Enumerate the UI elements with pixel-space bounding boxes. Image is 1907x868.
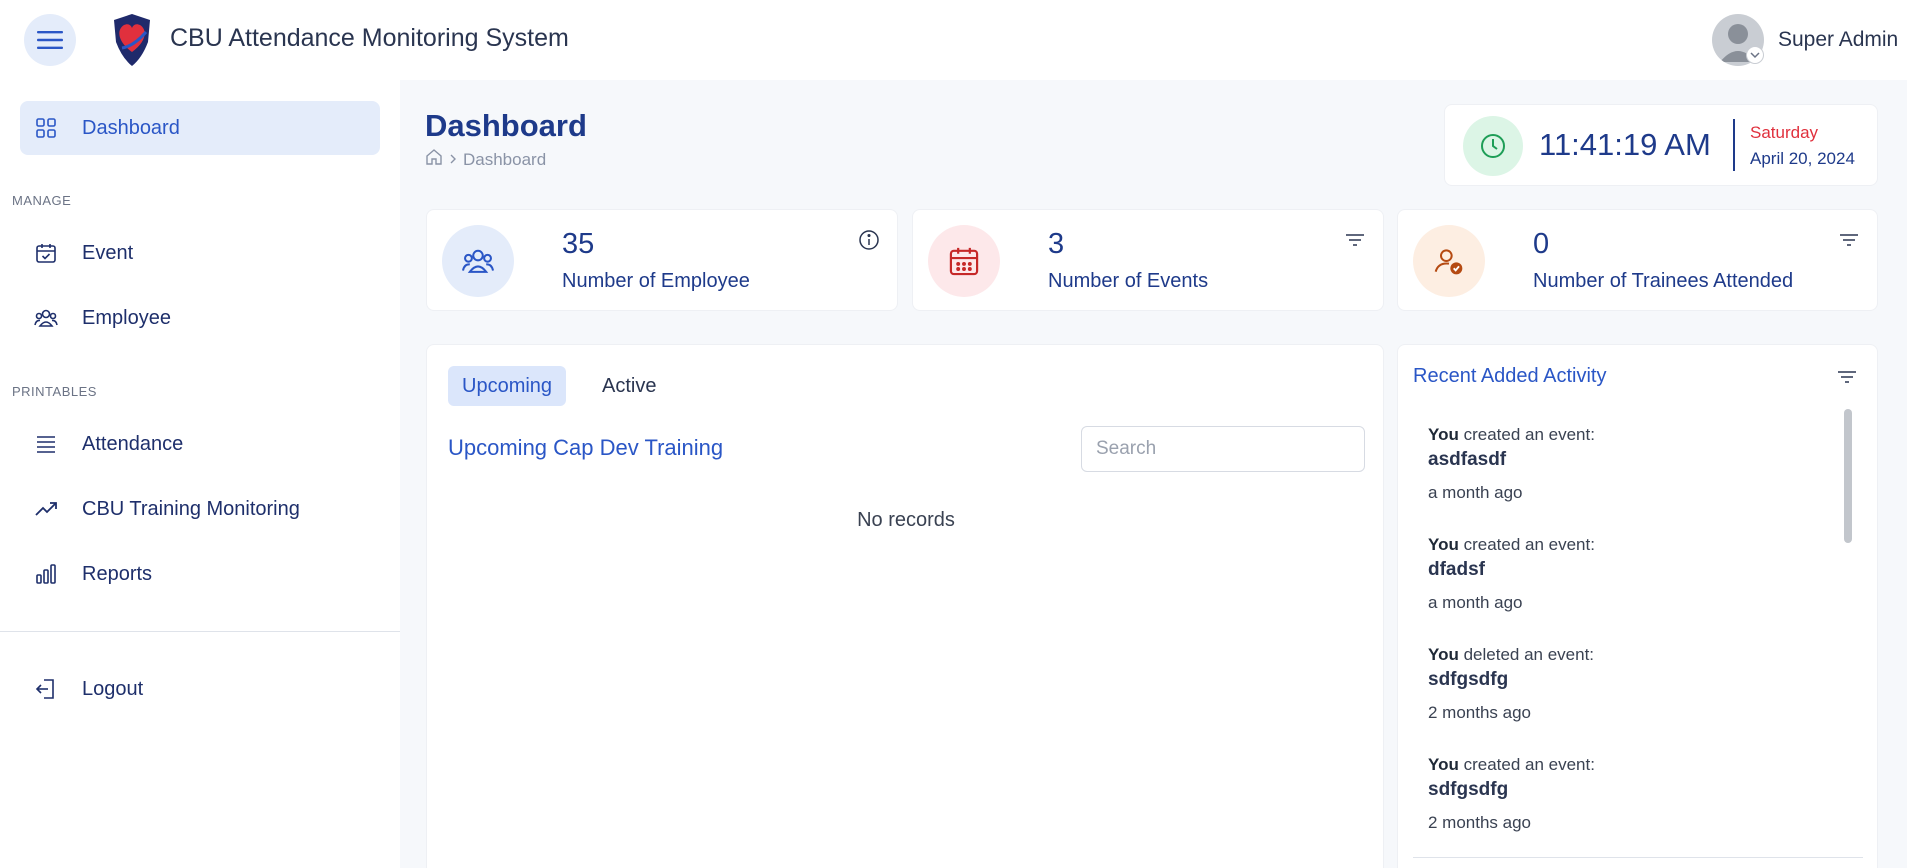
clock-time: 11:41:19 AM (1539, 127, 1711, 162)
activity-target: dfadsf (1428, 559, 1485, 580)
stat-value: 35 (562, 228, 595, 260)
scrollbar-thumb[interactable] (1844, 409, 1852, 543)
sidebar-item-label: Logout (82, 677, 144, 700)
activity-action: created an event: (1463, 535, 1595, 554)
stat-value: 0 (1533, 228, 1550, 260)
stat-label: Number of Employee (562, 270, 750, 292)
sidebar-item-label: Reports (82, 562, 153, 585)
activity-item: You created an event: dfadsf a month ago (1428, 535, 1828, 645)
events-panel-title: Upcoming Cap Dev Training (448, 435, 724, 460)
activity-target: sdfgsdfg (1428, 779, 1509, 800)
activity-item: You created an event: sdfgsdfg 2 months … (1428, 755, 1828, 865)
sidebar-divider (0, 631, 400, 632)
sidebar: Dashboard MANAGE Event Employee PRINTABL… (0, 80, 400, 868)
stat-label: Number of Events (1048, 270, 1209, 292)
app-title: CBU Attendance Monitoring System (170, 24, 569, 52)
calendar-icon (928, 225, 1000, 297)
hamburger-menu-button[interactable] (24, 14, 76, 66)
clock-card: 11:41:19 AM Saturday April 20, 2024 (1444, 104, 1878, 186)
info-icon[interactable] (857, 228, 881, 252)
page-title: Dashboard (425, 108, 587, 143)
activity-action: created an event: (1463, 425, 1595, 444)
user-check-icon (1413, 225, 1485, 297)
filter-icon[interactable] (1343, 228, 1367, 252)
home-icon[interactable] (425, 148, 443, 171)
activity-actor: You (1428, 755, 1459, 774)
tab-active[interactable]: Active (588, 366, 670, 406)
sidebar-item-reports[interactable]: Reports (20, 547, 380, 601)
filter-icon[interactable] (1837, 228, 1861, 252)
activity-time: 2 months ago (1428, 703, 1532, 722)
app-logo (108, 12, 156, 68)
stat-card-events: 3 Number of Events (912, 209, 1384, 311)
events-panel: Upcoming Active Upcoming Cap Dev Trainin… (426, 344, 1384, 868)
clock-divider (1733, 119, 1735, 171)
activity-panel: Recent Added Activity You created an eve… (1397, 344, 1878, 868)
section-label-printables: PRINTABLES (12, 384, 97, 399)
hamburger-menu-icon (37, 31, 63, 49)
activity-actor: You (1428, 535, 1459, 554)
activity-item: You deleted an event: sdfgsdfg 2 months … (1428, 645, 1828, 755)
tab-upcoming[interactable]: Upcoming (448, 366, 567, 406)
bar-chart-icon (34, 562, 58, 586)
list-stack-icon (34, 432, 58, 456)
activity-action: created an event: (1463, 755, 1595, 774)
chevron-down-icon[interactable] (1746, 46, 1764, 64)
activity-scrollbar[interactable] (1844, 409, 1852, 868)
user-name[interactable]: Super Admin (1778, 28, 1898, 52)
activity-target: sdfgsdfg (1428, 669, 1509, 690)
empty-state-text: No records (857, 509, 955, 531)
sidebar-item-logout[interactable]: Logout (20, 662, 380, 716)
activity-time: a month ago (1428, 483, 1523, 502)
stat-value: 3 (1048, 228, 1065, 260)
search-input[interactable] (1081, 426, 1365, 472)
sidebar-item-dashboard[interactable]: Dashboard (20, 101, 380, 155)
chevron-right-icon (449, 150, 457, 170)
activity-panel-title: Recent Added Activity (1413, 365, 1607, 387)
clock-day: Saturday (1750, 123, 1819, 142)
sidebar-item-label: Employee (82, 306, 171, 329)
sidebar-item-event[interactable]: Event (20, 226, 380, 280)
users-group-icon (442, 225, 514, 297)
clock-date: April 20, 2024 (1750, 149, 1855, 168)
sidebar-item-label: Event (82, 241, 134, 264)
sidebar-item-training-monitoring[interactable]: CBU Training Monitoring (20, 482, 380, 536)
logout-icon (34, 677, 58, 701)
stat-card-employees: 35 Number of Employee (426, 209, 898, 311)
top-bar: CBU Attendance Monitoring System Super A… (0, 0, 1907, 80)
activity-target: asdfasdf (1428, 449, 1507, 470)
activity-divider (1413, 857, 1863, 858)
activity-actor: You (1428, 425, 1459, 444)
activity-item: You created an event: asdfasdf a month a… (1428, 425, 1828, 535)
activity-time: a month ago (1428, 593, 1523, 612)
sidebar-item-label: Attendance (82, 432, 184, 455)
activity-actor: You (1428, 645, 1459, 664)
calendar-check-icon (34, 241, 58, 265)
trending-up-icon (34, 497, 58, 521)
stat-label: Number of Trainees Attended (1533, 270, 1794, 292)
activity-list: You created an event: asdfasdf a month a… (1428, 425, 1828, 865)
stat-card-trainees: 0 Number of Trainees Attended (1397, 209, 1878, 311)
filter-icon[interactable] (1835, 365, 1859, 389)
sidebar-item-label: CBU Training Monitoring (82, 497, 300, 520)
clock-icon (1463, 116, 1523, 176)
users-group-icon (34, 306, 58, 330)
activity-action: deleted an event: (1463, 645, 1595, 664)
sidebar-item-attendance[interactable]: Attendance (20, 417, 380, 471)
section-label-manage: MANAGE (12, 193, 72, 208)
sidebar-item-label: Dashboard (82, 116, 180, 139)
breadcrumb: Dashboard (425, 148, 546, 171)
grid-icon (34, 116, 58, 140)
activity-time: 2 months ago (1428, 813, 1532, 832)
sidebar-item-employee[interactable]: Employee (20, 291, 380, 345)
breadcrumb-current: Dashboard (463, 149, 547, 169)
